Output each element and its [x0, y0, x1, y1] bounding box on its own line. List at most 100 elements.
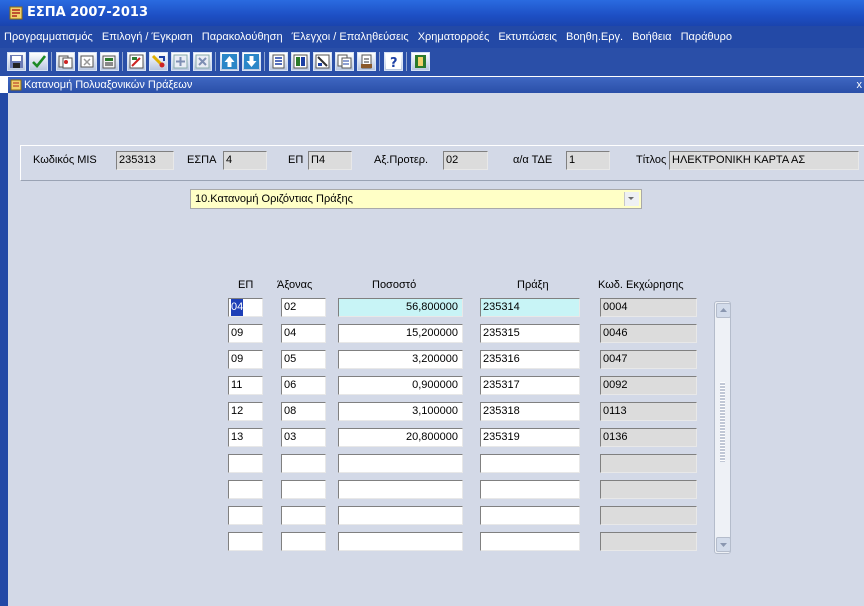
- espa-field[interactable]: 4: [223, 151, 267, 170]
- cut-icon[interactable]: [149, 52, 168, 71]
- window-titlebar: ΕΣΠΑ 2007-2013: [0, 0, 864, 26]
- ep-cell[interactable]: [228, 480, 263, 499]
- kod-ekxorisis-cell[interactable]: 0004: [600, 298, 697, 317]
- ep-cell[interactable]: 09: [228, 350, 263, 369]
- pososto-cell[interactable]: [338, 480, 463, 499]
- scroll-up-icon[interactable]: [716, 303, 731, 318]
- ep-cell[interactable]: 04: [228, 298, 263, 317]
- exit-icon[interactable]: [411, 52, 430, 71]
- kod-ekxorisis-cell[interactable]: 0113: [600, 402, 697, 421]
- menu-parathyro[interactable]: Παράθυρο: [681, 31, 732, 43]
- axonas-proteraiotitas-label: Αξ.Προτερ.: [374, 154, 429, 166]
- query-icon[interactable]: [291, 52, 310, 71]
- paste-icon[interactable]: [100, 52, 119, 71]
- menu-elegxoi[interactable]: Έλεγχοι / Επαληθεύσεις: [292, 31, 409, 43]
- axonas-cell[interactable]: 03: [281, 428, 326, 447]
- form-titlebar: Κατανομή Πολυαξονικών Πράξεων x: [8, 77, 864, 93]
- espa-label: ΕΣΠΑ: [187, 154, 217, 166]
- menu-voitheia[interactable]: Βοήθεια: [632, 31, 671, 43]
- mis-field[interactable]: 235313: [116, 151, 174, 170]
- menu-epilogi-egkrisi[interactable]: Επιλογή / Έγκριση: [102, 31, 193, 43]
- axonas-cell[interactable]: [281, 454, 326, 473]
- praxi-cell[interactable]: [480, 454, 580, 473]
- ep-cell[interactable]: [228, 454, 263, 473]
- praxi-cell[interactable]: [480, 532, 580, 551]
- kod-ekxorisis-cell[interactable]: [600, 454, 697, 473]
- axonas-cell[interactable]: [281, 506, 326, 525]
- scroll-thumb[interactable]: [720, 382, 725, 462]
- ep-cell[interactable]: 12: [228, 402, 263, 421]
- menu-programmatismos[interactable]: Προγραμματισμός: [4, 31, 93, 43]
- axonas-cell[interactable]: [281, 532, 326, 551]
- duplicate-icon[interactable]: [335, 52, 354, 71]
- edit-icon[interactable]: [127, 52, 146, 71]
- chevron-down-icon[interactable]: [624, 192, 639, 206]
- down-arrow-icon[interactable]: [242, 52, 261, 71]
- pososto-cell[interactable]: 0,900000: [338, 376, 463, 395]
- kod-ekxorisis-cell[interactable]: [600, 532, 697, 551]
- axonas-cell[interactable]: 05: [281, 350, 326, 369]
- menu-ektyposeis[interactable]: Εκτυπώσεις: [498, 31, 557, 43]
- pososto-cell[interactable]: [338, 532, 463, 551]
- praxi-cell[interactable]: 235319: [480, 428, 580, 447]
- form-title: Κατανομή Πολυαξονικών Πράξεων: [24, 79, 193, 91]
- table-scrollbar[interactable]: [714, 301, 731, 554]
- ep-cell[interactable]: 09: [228, 324, 263, 343]
- axonas-proteraiotitas-field[interactable]: 02: [443, 151, 488, 170]
- scroll-down-icon[interactable]: [716, 537, 731, 552]
- tde-label: α/α ΤΔΕ: [513, 154, 553, 166]
- ep-cell[interactable]: 13: [228, 428, 263, 447]
- list-icon[interactable]: [269, 52, 288, 71]
- print-icon[interactable]: [357, 52, 376, 71]
- up-arrow-icon[interactable]: [220, 52, 239, 71]
- accept-icon[interactable]: [29, 52, 48, 71]
- axonas-cell[interactable]: [281, 480, 326, 499]
- pososto-cell[interactable]: 20,800000: [338, 428, 463, 447]
- left-frame: [0, 93, 8, 606]
- praxi-cell[interactable]: 235317: [480, 376, 580, 395]
- kod-ekxorisis-cell[interactable]: [600, 506, 697, 525]
- kod-ekxorisis-cell[interactable]: [600, 480, 697, 499]
- pososto-cell[interactable]: 3,200000: [338, 350, 463, 369]
- kathgoria-dropdown-value: 10.Κατανομή Οριζόντιας Πράξης: [195, 193, 353, 205]
- window-title: ΕΣΠΑ 2007-2013: [27, 5, 148, 20]
- pososto-cell[interactable]: [338, 506, 463, 525]
- praxi-cell[interactable]: 235316: [480, 350, 580, 369]
- kathgoria-dropdown[interactable]: 10.Κατανομή Οριζόντιας Πράξης: [190, 189, 642, 209]
- praxi-cell[interactable]: [480, 480, 580, 499]
- axonas-cell[interactable]: 04: [281, 324, 326, 343]
- clear-icon[interactable]: [78, 52, 97, 71]
- praxi-cell[interactable]: 235314: [480, 298, 580, 317]
- ep-cell[interactable]: [228, 506, 263, 525]
- copy-icon[interactable]: [56, 52, 75, 71]
- ep-cell[interactable]: [228, 532, 263, 551]
- kod-ekxorisis-cell[interactable]: 0092: [600, 376, 697, 395]
- delete-record-icon[interactable]: [193, 52, 212, 71]
- pososto-cell[interactable]: 56,800000: [338, 298, 463, 317]
- menu-parakolouthisi[interactable]: Παρακολούθηση: [202, 31, 283, 43]
- praxi-cell[interactable]: 235315: [480, 324, 580, 343]
- execute-query-icon[interactable]: [313, 52, 332, 71]
- praxi-cell[interactable]: 235318: [480, 402, 580, 421]
- praxi-cell[interactable]: [480, 506, 580, 525]
- selected-text: 04: [231, 299, 244, 316]
- pososto-cell[interactable]: [338, 454, 463, 473]
- titlos-field[interactable]: ΗΛΕΚΤΡΟΝΙΚΗ ΚΑΡΤΑ ΑΣ: [669, 151, 859, 170]
- save-icon[interactable]: [7, 52, 26, 71]
- help-icon[interactable]: ?: [384, 52, 403, 71]
- ep-field[interactable]: Π4: [308, 151, 352, 170]
- close-icon[interactable]: x: [857, 77, 863, 93]
- kod-ekxorisis-cell[interactable]: 0047: [600, 350, 697, 369]
- tde-field[interactable]: 1: [566, 151, 610, 170]
- axonas-cell[interactable]: 08: [281, 402, 326, 421]
- menu-voithi-erg[interactable]: Βοηθη.Εργ.: [566, 31, 623, 43]
- kod-ekxorisis-cell[interactable]: 0136: [600, 428, 697, 447]
- menu-xrimatorroes[interactable]: Χρηματορροές: [418, 31, 490, 43]
- pososto-cell[interactable]: 15,200000: [338, 324, 463, 343]
- axonas-cell[interactable]: 06: [281, 376, 326, 395]
- pososto-cell[interactable]: 3,100000: [338, 402, 463, 421]
- kod-ekxorisis-cell[interactable]: 0046: [600, 324, 697, 343]
- axonas-cell[interactable]: 02: [281, 298, 326, 317]
- ep-cell[interactable]: 11: [228, 376, 263, 395]
- new-record-icon[interactable]: [171, 52, 190, 71]
